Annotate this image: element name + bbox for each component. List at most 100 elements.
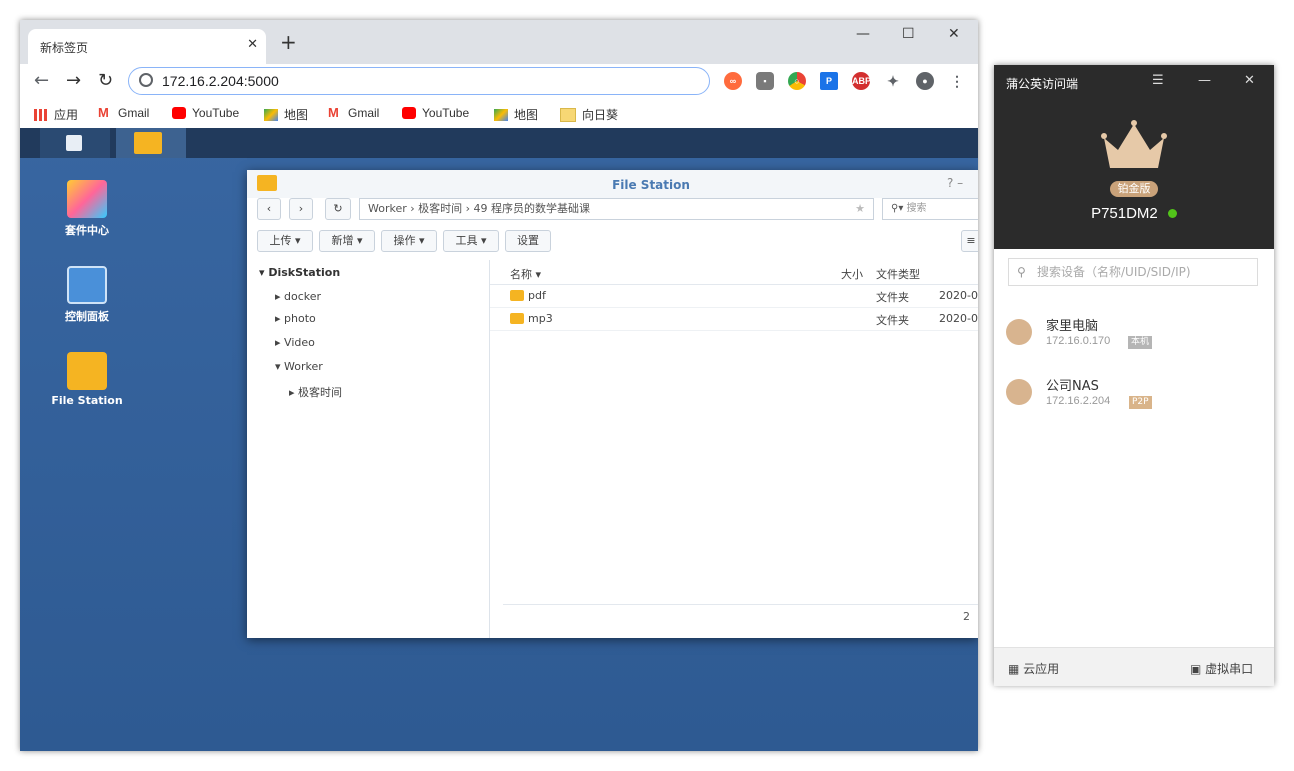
close-window-icon[interactable]: ✕	[948, 26, 960, 42]
device-tag: P2P	[1129, 396, 1152, 409]
path-bar[interactable]: Worker › 极客时间 › 49 程序员的数学基础课 ★	[359, 198, 874, 220]
pgy-footer: ▦ 云应用 ▣ 虚拟串口	[994, 647, 1274, 686]
puzzle-extensions-icon[interactable]: ✦	[884, 72, 902, 90]
device-item-name: 家里电脑	[1046, 319, 1099, 334]
search-placeholder: 搜索	[906, 203, 927, 214]
bookmark-youtube[interactable]: YouTube	[172, 106, 239, 120]
bookmark-maps[interactable]: 地图	[264, 106, 308, 123]
bookmark-youtube-2[interactable]: YouTube	[402, 106, 469, 120]
device-tag: 本机	[1128, 336, 1153, 349]
device-item[interactable]: 家里电脑 172.16.0.170 本机	[994, 315, 1274, 365]
forward-icon[interactable]: →	[66, 72, 81, 90]
desktop-icon-file-station[interactable]: File Station	[42, 352, 132, 407]
file-row[interactable]: pdf 文件夹 2020-0	[490, 284, 978, 308]
file-row[interactable]: mp3 文件夹 2020-0	[490, 307, 978, 331]
tree-root-label: DiskStation	[268, 266, 341, 279]
tree-root[interactable]: ▾ DiskStation	[259, 266, 340, 279]
back-button[interactable]: ‹	[257, 198, 281, 220]
tree-item-jikeshijian[interactable]: ▸ 极客时间	[289, 384, 342, 400]
minimize-icon[interactable]: —	[856, 26, 870, 42]
minimize-icon[interactable]: —	[1198, 73, 1211, 88]
bookmark-label: 地图	[514, 108, 539, 122]
tree-item-video[interactable]: ▸ Video	[275, 336, 315, 349]
globe-icon	[139, 73, 153, 87]
file-station-titlebar[interactable]: File Station ? –	[247, 170, 978, 198]
tools-button[interactable]: 工具 ▾	[443, 230, 499, 252]
close-tab-icon[interactable]: ✕	[247, 37, 258, 52]
file-type: 文件夹	[876, 314, 909, 327]
p-extension-icon[interactable]: P	[820, 72, 838, 90]
device-item-ip: 172.16.2.204	[1046, 395, 1111, 407]
tree-item-worker[interactable]: ▾ Worker	[275, 360, 323, 373]
bookmark-maps-2[interactable]: 地图	[494, 106, 538, 123]
column-size[interactable]: 大小	[841, 266, 863, 282]
maximize-icon[interactable]: ☐	[902, 26, 915, 42]
youtube-icon	[402, 107, 416, 119]
cloud-apps-label: 云应用	[1023, 662, 1060, 676]
extension-icon[interactable]: ▪	[756, 72, 774, 90]
chrome-extension-icon[interactable]: ○	[788, 72, 806, 90]
browser-tab[interactable]: 新标签页 ✕	[28, 29, 266, 64]
reload-icon[interactable]: ↻	[98, 72, 113, 90]
desktop-icon-package-center[interactable]: 套件中心	[42, 180, 132, 238]
back-icon[interactable]: ←	[34, 72, 49, 90]
refresh-button[interactable]: ↻	[325, 198, 351, 220]
virtual-serial-button[interactable]: ▣ 虚拟串口	[1190, 660, 1253, 677]
grid-menu-icon	[66, 135, 82, 151]
adblock-icon[interactable]: ABP	[852, 72, 871, 90]
star-icon[interactable]: ★	[855, 199, 865, 219]
browser-toolbar: ← → ↻ 172.16.2.204:5000 ∞ ▪ ○ P ABP ✦ ● …	[20, 64, 978, 100]
browser-window: 新标签页 ✕ + — ☐ ✕ ← → ↻ 172.16.2.204:5000 ∞…	[20, 20, 978, 751]
profile-icon[interactable]: ●	[916, 72, 934, 90]
maps-icon	[494, 108, 508, 121]
search-icon: ⚲	[1017, 265, 1026, 279]
virtual-serial-label: 虚拟串口	[1205, 662, 1254, 676]
cloud-apps-button[interactable]: ▦ 云应用	[1008, 660, 1059, 677]
device-search-input[interactable]: ⚲ 搜索设备（名称/UID/SID/IP)	[1008, 258, 1258, 286]
tree-item-label: 极客时间	[298, 386, 343, 399]
menu-dots-icon[interactable]: ⋮	[948, 72, 966, 90]
tree-item-label: photo	[284, 312, 316, 325]
file-list-header: 名称 ▾ 大小 文件类型	[490, 260, 978, 285]
hamburger-menu-icon[interactable]: ☰	[1152, 73, 1164, 88]
item-count: 2	[963, 610, 970, 623]
taskbar-file-station[interactable]	[116, 128, 186, 158]
close-icon[interactable]: ✕	[1244, 73, 1255, 88]
device-item[interactable]: 公司NAS 172.16.2.204 P2P	[994, 375, 1274, 425]
search-placeholder: 搜索设备（名称/UID/SID/IP)	[1037, 265, 1191, 279]
tree-item-photo[interactable]: ▸ photo	[275, 312, 316, 325]
bookmark-apps[interactable]: 应用	[34, 106, 78, 123]
column-name[interactable]: 名称 ▾	[510, 266, 541, 282]
pgy-title: 蒲公英访问端	[1006, 77, 1079, 91]
bookmark-gmail-2[interactable]: M Gmail	[328, 106, 379, 120]
infinity-extension-icon[interactable]: ∞	[724, 72, 742, 90]
file-name: mp3	[528, 312, 553, 325]
view-menu-icon[interactable]: ≡	[961, 230, 978, 252]
new-tab-button[interactable]: +	[280, 32, 297, 52]
settings-button[interactable]: 设置	[505, 230, 551, 252]
bookmark-folder[interactable]: 向日葵	[560, 106, 618, 123]
file-station-window: File Station ? – ‹ › ↻ Worker › 极客时间 › 4…	[247, 170, 978, 638]
help-minimize-controls[interactable]: ? –	[947, 176, 963, 190]
package-center-icon	[67, 180, 107, 218]
bookmark-label: 向日葵	[582, 108, 619, 122]
action-button[interactable]: 操作 ▾	[381, 230, 437, 252]
tab-title: 新标签页	[40, 41, 89, 55]
upload-button[interactable]: 上传 ▾	[257, 230, 313, 252]
device-item-ip: 172.16.0.170	[1046, 335, 1111, 347]
desktop-icon-label: File Station	[51, 394, 123, 407]
desktop-icon-control-panel[interactable]: 控制面板	[42, 266, 132, 324]
bookmark-gmail[interactable]: M Gmail	[98, 106, 149, 120]
avatar	[1006, 379, 1032, 405]
file-date: 2020-0	[939, 289, 978, 302]
search-input[interactable]: ⚲▾ 搜索	[882, 198, 978, 220]
column-type[interactable]: 文件类型	[876, 266, 920, 282]
create-button[interactable]: 新增 ▾	[319, 230, 375, 252]
main-menu-button[interactable]	[40, 128, 110, 158]
tree-item-label: Video	[284, 336, 315, 349]
avatar	[1006, 319, 1032, 345]
address-bar[interactable]: 172.16.2.204:5000	[128, 67, 710, 95]
file-type: 文件夹	[876, 291, 909, 304]
forward-button[interactable]: ›	[289, 198, 313, 220]
tree-item-docker[interactable]: ▸ docker	[275, 290, 321, 303]
